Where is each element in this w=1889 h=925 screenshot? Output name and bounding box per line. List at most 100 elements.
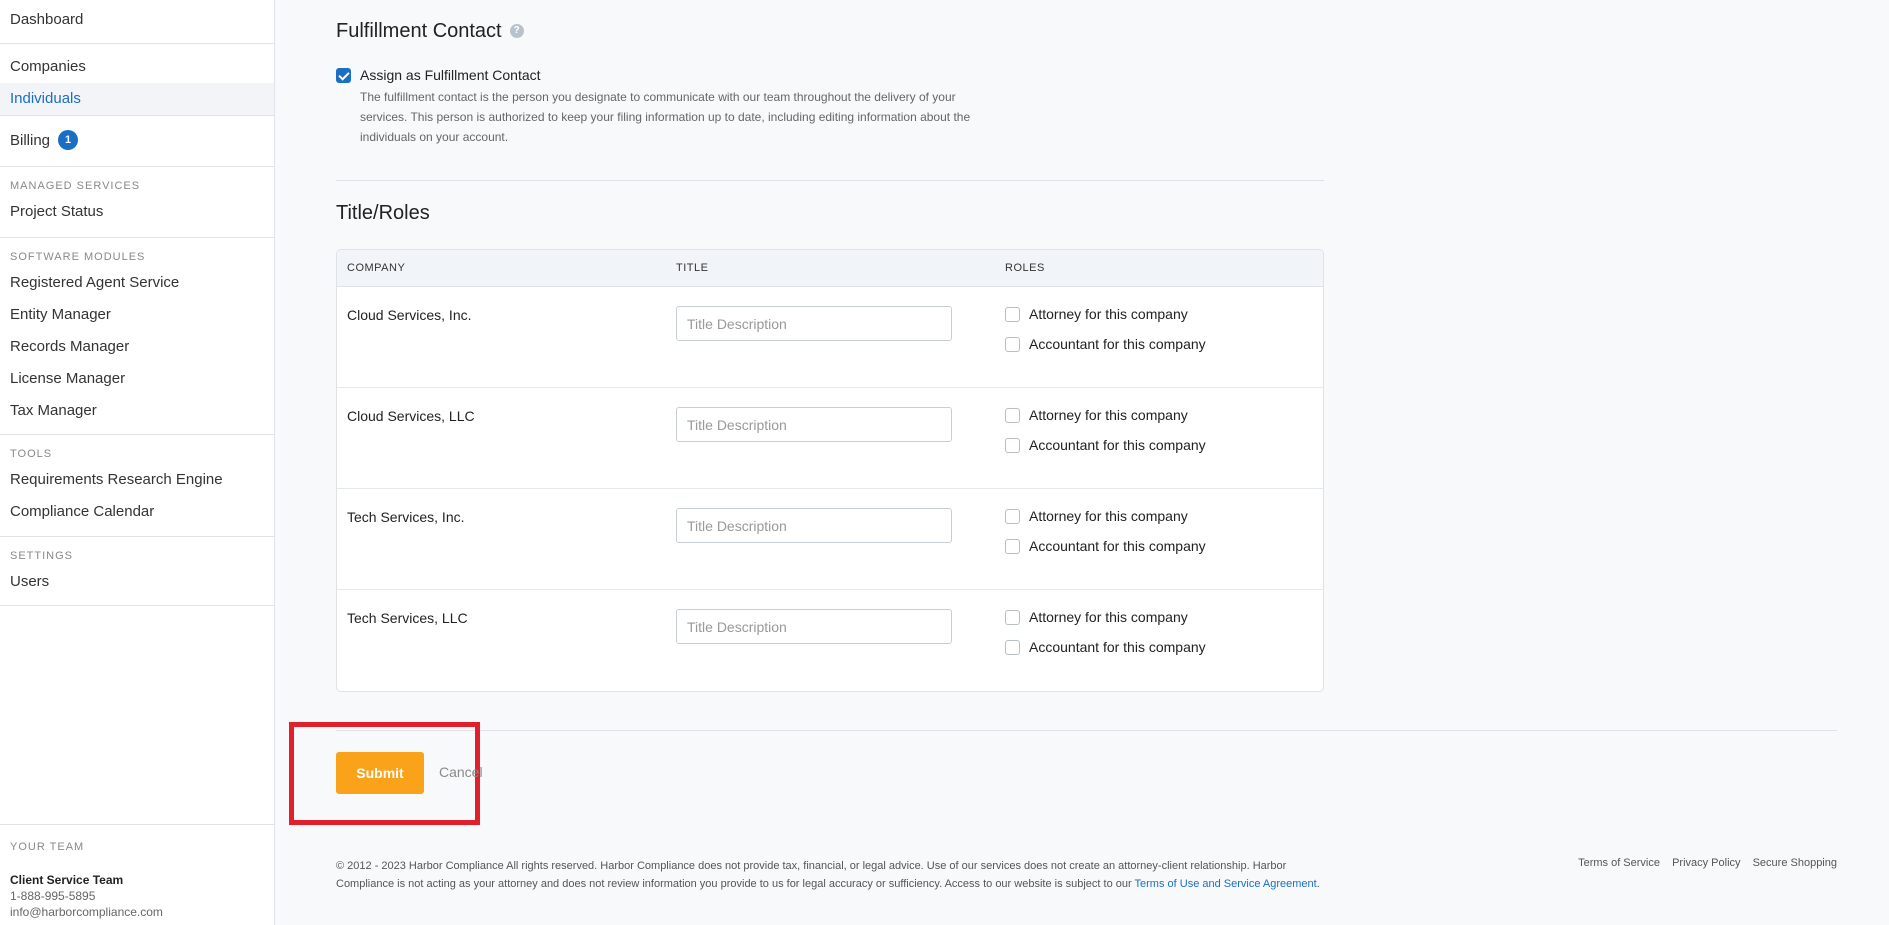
fulfillment-contact-title-text: Fulfillment Contact [336, 20, 502, 42]
title-roles-table: COMPANY TITLE ROLES Cloud Services, Inc.… [336, 249, 1324, 692]
form-divider [336, 730, 1837, 731]
your-team-panel: YOUR TEAM Client Service Team 1-888-995-… [0, 824, 275, 919]
title-description-input[interactable] [676, 407, 952, 442]
sidebar: Dashboard Companies Individuals Billing 1… [0, 0, 275, 925]
sidebar-item-compliance-calendar[interactable]: Compliance Calendar [0, 496, 274, 528]
fulfillment-assign-block: Assign as Fulfillment Contact The fulfil… [336, 67, 970, 144]
title-description-input[interactable] [676, 609, 952, 644]
accountant-role-option[interactable]: Accountant for this company [1005, 438, 1323, 468]
accountant-role-option[interactable]: Accountant for this company [1005, 539, 1323, 569]
attorney-checkbox[interactable] [1005, 306, 1020, 322]
sidebar-item-label: Billing [10, 132, 51, 149]
section-label-tools: TOOLS [10, 448, 53, 460]
title-description-input[interactable] [676, 508, 952, 543]
sidebar-item-dashboard[interactable]: Dashboard [0, 4, 274, 36]
accountant-label: Accountant for this company [1029, 336, 1206, 352]
sidebar-divider [0, 434, 274, 435]
accountant-checkbox[interactable] [1005, 639, 1020, 655]
title-cell [666, 388, 995, 489]
section-label-managed-services: MANAGED SERVICES [10, 180, 141, 192]
footer-links: Terms of Service Privacy Policy Secure S… [1569, 857, 1837, 869]
attorney-role-option[interactable]: Attorney for this company [1005, 509, 1323, 539]
sidebar-divider [0, 237, 274, 238]
billing-count-badge: 1 [58, 130, 79, 151]
title-cell [666, 590, 995, 691]
assign-fulfillment-checkbox[interactable] [336, 68, 351, 84]
sidebar-item-billing[interactable]: Billing 1 [0, 125, 274, 157]
submit-button[interactable]: Submit [336, 752, 424, 794]
company-cell: Tech Services, LLC [347, 610, 468, 626]
sidebar-item-entity-manager[interactable]: Entity Manager [0, 299, 274, 331]
table-row: Cloud Services, Inc. Attorney for this co… [337, 287, 1323, 388]
footer-link-privacy-policy[interactable]: Privacy Policy [1672, 857, 1740, 869]
attorney-label: Attorney for this company [1029, 609, 1188, 625]
column-header-company: COMPANY [337, 250, 666, 287]
company-cell: Tech Services, Inc. [337, 489, 666, 590]
accountant-role-option[interactable]: Accountant for this company [1005, 640, 1323, 670]
section-label-settings: SETTINGS [10, 550, 74, 562]
footer-period: . [1316, 878, 1320, 890]
help-icon[interactable]: ? [509, 23, 524, 38]
title-cell [666, 489, 995, 590]
company-cell: Cloud Services, Inc. [337, 287, 666, 388]
sidebar-item-project-status[interactable]: Project Status [0, 196, 274, 228]
accountant-role-option[interactable]: Accountant for this company [1005, 337, 1323, 367]
attorney-checkbox[interactable] [1005, 508, 1020, 524]
accountant-checkbox[interactable] [1005, 336, 1020, 352]
column-header-title: TITLE [666, 250, 995, 287]
footer-legal-text: © 2012 - 2023 Harbor Compliance All righ… [336, 857, 1336, 893]
section-label-software-modules: SOFTWARE MODULES [10, 251, 146, 263]
sidebar-item-requirements-engine[interactable]: Requirements Research Engine [0, 464, 274, 496]
accountant-checkbox[interactable] [1005, 437, 1020, 453]
sidebar-divider [0, 166, 274, 167]
attorney-role-option[interactable]: Attorney for this company [1005, 610, 1323, 640]
title-cell [666, 287, 995, 388]
title-roles-table-body: Cloud Services, Inc. Attorney for this co… [337, 287, 1323, 691]
attorney-checkbox[interactable] [1005, 407, 1020, 423]
attorney-checkbox[interactable] [1005, 609, 1020, 625]
roles-cell: Attorney for this company Accountant for … [995, 388, 1323, 489]
footer-link-terms-of-service[interactable]: Terms of Service [1578, 857, 1660, 869]
accountant-label: Accountant for this company [1029, 639, 1206, 655]
sidebar-item-license-manager[interactable]: License Manager [0, 363, 274, 395]
fulfillment-description: The fulfillment contact is the person yo… [360, 90, 971, 144]
column-header-roles: ROLES [995, 250, 1323, 287]
terms-of-use-link[interactable]: Terms of Use and Service Agreement [1135, 878, 1317, 890]
sidebar-item-tax-manager[interactable]: Tax Manager [0, 395, 274, 427]
table-row: Tech Services, LLC Attorney for this comp… [337, 590, 1323, 691]
sidebar-item-individuals[interactable]: Individuals [0, 83, 274, 115]
team-phone[interactable]: 1-888-995-5895 [10, 889, 275, 903]
sidebar-item-records-manager[interactable]: Records Manager [0, 331, 274, 363]
attorney-role-option[interactable]: Attorney for this company [1005, 307, 1323, 337]
table-row: Cloud Services, LLC Attorney for this com… [337, 388, 1323, 489]
title-description-input[interactable] [676, 306, 952, 341]
attorney-label: Attorney for this company [1029, 508, 1188, 524]
fulfillment-contact-title: Fulfillment Contact? [336, 20, 524, 43]
sidebar-item-registered-agent[interactable]: Registered Agent Service [0, 267, 274, 299]
section-divider [336, 180, 1324, 181]
sidebar-divider [0, 536, 274, 537]
table-row: Tech Services, Inc. Attorney for this com… [337, 489, 1323, 590]
roles-cell: Attorney for this company Accountant for … [995, 590, 1323, 691]
attorney-label: Attorney for this company [1029, 407, 1188, 423]
attorney-label: Attorney for this company [1029, 306, 1188, 322]
roles-cell: Attorney for this company Accountant for … [995, 489, 1323, 590]
assign-fulfillment-label[interactable]: Assign as Fulfillment Contact [360, 67, 541, 83]
accountant-checkbox[interactable] [1005, 538, 1020, 554]
footer-link-secure-shopping[interactable]: Secure Shopping [1753, 857, 1837, 869]
sidebar-item-companies[interactable]: Companies [0, 51, 274, 83]
title-roles-heading: Title/Roles [336, 202, 430, 224]
team-email[interactable]: info@harborcompliance.com [10, 905, 275, 919]
accountant-label: Accountant for this company [1029, 437, 1206, 453]
accountant-label: Accountant for this company [1029, 538, 1206, 554]
sidebar-divider [0, 605, 274, 606]
team-name: Client Service Team [10, 873, 124, 887]
sidebar-item-users[interactable]: Users [0, 566, 274, 598]
company-cell: Cloud Services, LLC [337, 388, 666, 489]
cancel-link[interactable]: Cancel [439, 764, 483, 780]
main-content: Fulfillment Contact? Assign as Fulfillme… [276, 0, 1889, 925]
roles-cell: Attorney for this company Accountant for … [995, 287, 1323, 388]
table-header-row: COMPANY TITLE ROLES [337, 250, 1323, 287]
section-label-your-team: YOUR TEAM [10, 841, 85, 853]
attorney-role-option[interactable]: Attorney for this company [1005, 408, 1323, 438]
